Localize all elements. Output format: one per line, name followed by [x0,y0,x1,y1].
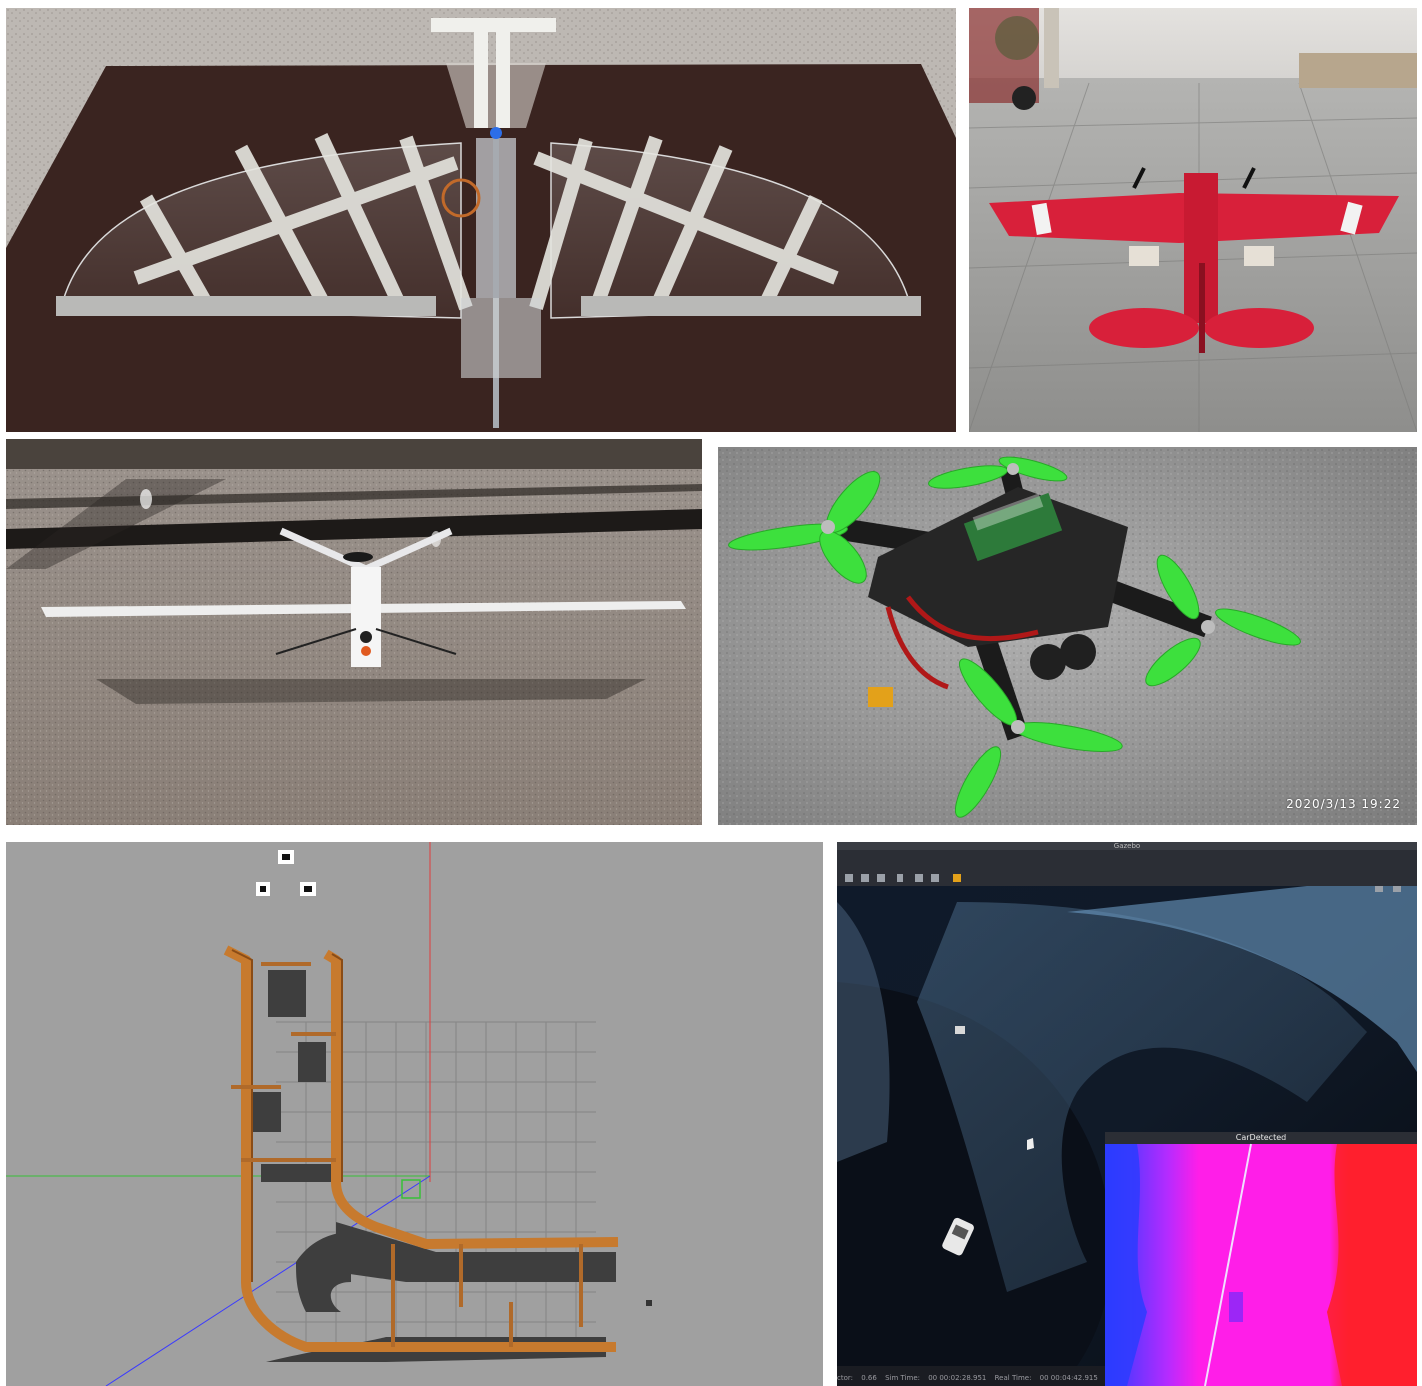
red-plane-illustration [969,8,1417,432]
red-plane-photo [969,8,1417,432]
photo-timestamp: 2020/3/13 19:22 [1286,797,1401,811]
status-sim-time-label: Sim Time: [885,1374,920,1382]
status-sim-time-value: 00 00:02:28.951 [928,1374,987,1382]
track-illustration [6,842,823,1386]
simulator-screen-photo: Gazebo CarDetected ctor: 0.66 Sim Time: … [837,842,1417,1386]
quadrotor-photo: 2020/3/13 19:22 [718,447,1417,825]
white-vtail-plane-photo [6,439,702,825]
status-real-time-label: Real Time: [994,1374,1032,1382]
quadrotor-illustration [718,447,1417,825]
white-plane-illustration [6,439,702,825]
simulator-window-title: Gazebo [1113,842,1141,850]
status-factor-label: ctor: [837,1374,853,1382]
ornithopter-illustration [6,8,956,432]
sim-screen-illustration [837,842,1417,1386]
simulator-status-bar: ctor: 0.66 Sim Time: 00 00:02:28.951 Rea… [837,1370,1417,1386]
ornithopter-photo [6,8,956,432]
detection-window-title: CarDetected [1235,1133,1287,1142]
status-factor-value: 0.66 [861,1374,877,1382]
gazebo-track-render [6,842,823,1386]
status-real-time-value: 00 00:04:42.915 [1039,1374,1098,1382]
